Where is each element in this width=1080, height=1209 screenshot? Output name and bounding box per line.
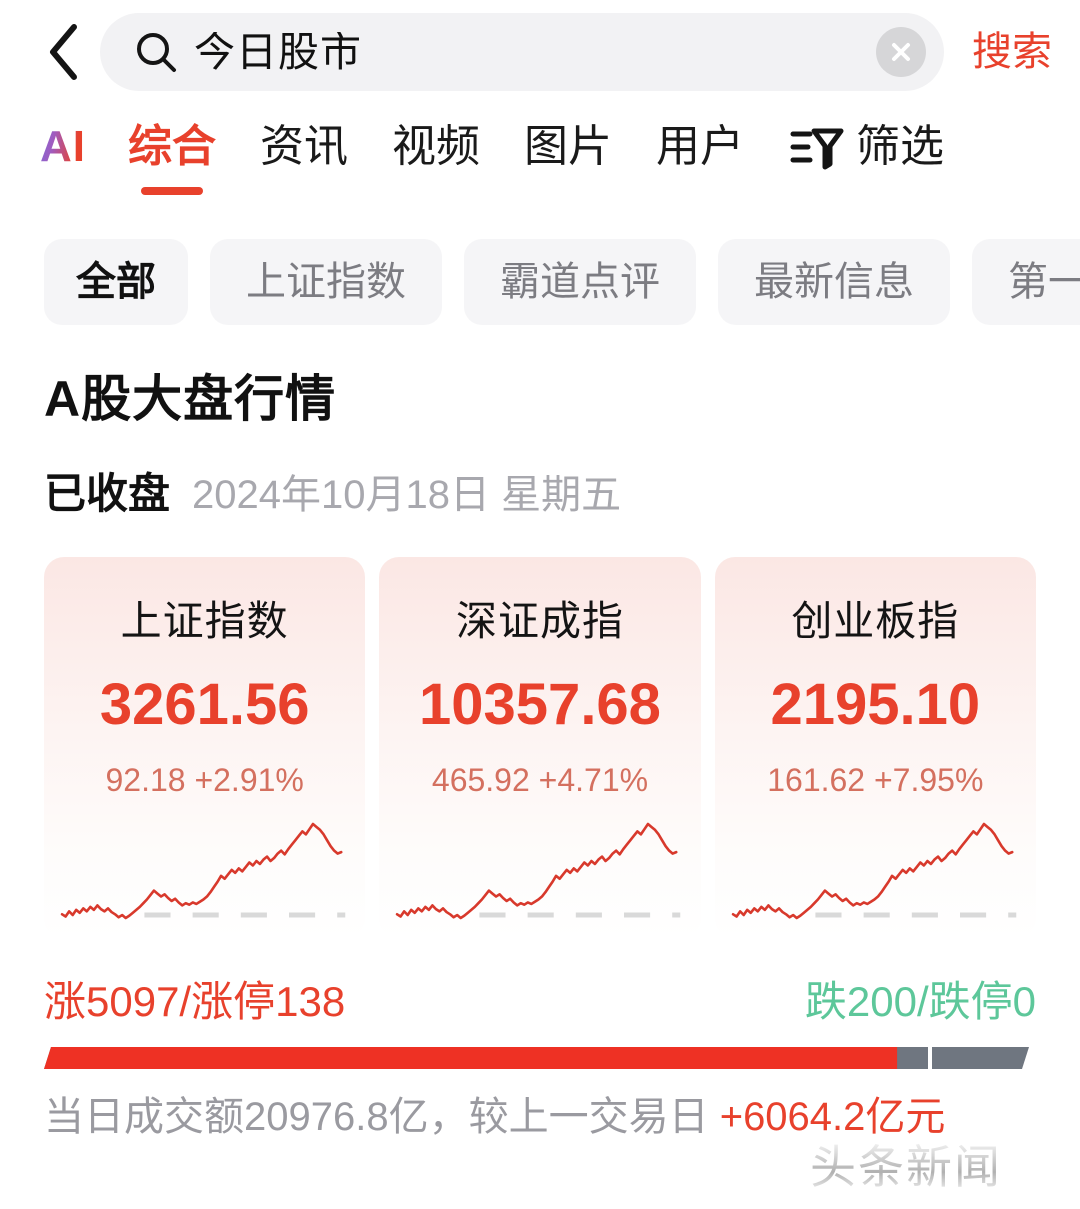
tab-shipin[interactable]: 视频 xyxy=(392,122,480,173)
filter-icon xyxy=(790,124,844,170)
chip-shanghai-index[interactable]: 上证指数 xyxy=(210,239,442,325)
market-breadth-bar xyxy=(44,1047,1036,1069)
chip-diyi[interactable]: 第一 xyxy=(972,239,1080,325)
index-change: 465.92 +4.71% xyxy=(431,762,649,798)
tab-tupian[interactable]: 图片 xyxy=(524,122,612,173)
tab-label: 综合 xyxy=(128,122,216,171)
turnover-text: 当日成交额20976.8亿，较上一交易日 xyxy=(44,1095,720,1139)
filter-button[interactable]: 筛选 xyxy=(790,122,944,173)
market-status-badge: 已收盘 xyxy=(44,470,171,517)
tab-label: 资讯 xyxy=(260,122,348,171)
index-change: 161.62 +7.95% xyxy=(767,762,984,798)
search-icon xyxy=(134,30,178,74)
market-breadth-row: 涨5097/涨停138 跌200/跌停0 xyxy=(44,981,1036,1023)
index-value: 10357.68 xyxy=(419,672,661,737)
back-button[interactable] xyxy=(34,21,92,83)
search-query-text: 今日股市 xyxy=(194,31,362,73)
search-header: 今日股市 搜索 xyxy=(0,0,1080,104)
market-date: 2024年10月18日 星期五 xyxy=(192,473,622,517)
chip-badao-review[interactable]: 霸道点评 xyxy=(464,239,696,325)
advancers-text: 涨5097/涨停138 xyxy=(44,978,346,1025)
index-card-shenzhen[interactable]: 深证成指 10357.68 465.92 +4.71% xyxy=(379,557,701,939)
tab-zonghe[interactable]: 综合 xyxy=(128,122,216,195)
index-value: 2195.10 xyxy=(770,672,981,737)
index-name: 深证成指 xyxy=(455,598,624,644)
turnover-delta: +6064.2亿元 xyxy=(719,1095,946,1139)
tab-yonghu[interactable]: 用户 xyxy=(656,122,744,173)
back-chevron-icon xyxy=(50,24,77,80)
index-card-chinext[interactable]: 创业板指 2195.10 161.62 +7.95% xyxy=(714,557,1036,939)
index-card-list: 上证指数 3261.56 92.18 +2.91% 深证成指 10357.68 … xyxy=(44,557,1036,939)
tab-label: 图片 xyxy=(524,122,612,171)
tab-zixun[interactable]: 资讯 xyxy=(260,122,348,173)
search-input[interactable]: 今日股市 xyxy=(100,13,944,91)
breadth-progress xyxy=(44,1047,1029,1069)
index-card-shanghai[interactable]: 上证指数 3261.56 92.18 +2.91% xyxy=(44,557,366,939)
tab-active-underline xyxy=(141,186,203,195)
index-value: 3261.56 xyxy=(99,672,310,737)
decliners-text: 跌200/跌停0 xyxy=(804,978,1036,1025)
tab-bar: AI 综合 资讯 视频 图片 用户 筛选 xyxy=(0,104,1080,212)
index-name: 上证指数 xyxy=(120,598,289,644)
chip-latest-info[interactable]: 最新信息 xyxy=(718,239,950,325)
tab-label: 用户 xyxy=(656,122,744,171)
clear-search-button[interactable] xyxy=(876,27,926,77)
tab-label: 视频 xyxy=(392,122,480,171)
index-change: 92.18 +2.91% xyxy=(105,762,304,798)
search-submit-button[interactable]: 搜索 xyxy=(952,32,1054,72)
market-status-row: 已收盘 2024年10月18日 星期五 xyxy=(44,470,1036,517)
index-sparkline-chart xyxy=(44,812,365,930)
index-sparkline-chart xyxy=(715,812,1036,930)
filter-label: 筛选 xyxy=(856,122,944,171)
tab-ai[interactable]: AI xyxy=(40,122,86,173)
page-title: A股大盘行情 xyxy=(44,371,337,427)
market-section: A股大盘行情 已收盘 2024年10月18日 星期五 上证指数 3261.56 … xyxy=(0,334,1080,1139)
index-name: 创业板指 xyxy=(791,598,960,644)
filter-chip-row[interactable]: 全部 上证指数 霸道点评 最新信息 第一 xyxy=(0,212,1080,334)
turnover-summary: 当日成交额20976.8亿，较上一交易日 +6064.2亿元 xyxy=(44,1095,1036,1139)
watermark-text: 头条新闻 xyxy=(810,1141,1002,1191)
chip-all[interactable]: 全部 xyxy=(44,239,188,325)
close-icon xyxy=(892,43,910,61)
index-sparkline-chart xyxy=(379,812,700,930)
